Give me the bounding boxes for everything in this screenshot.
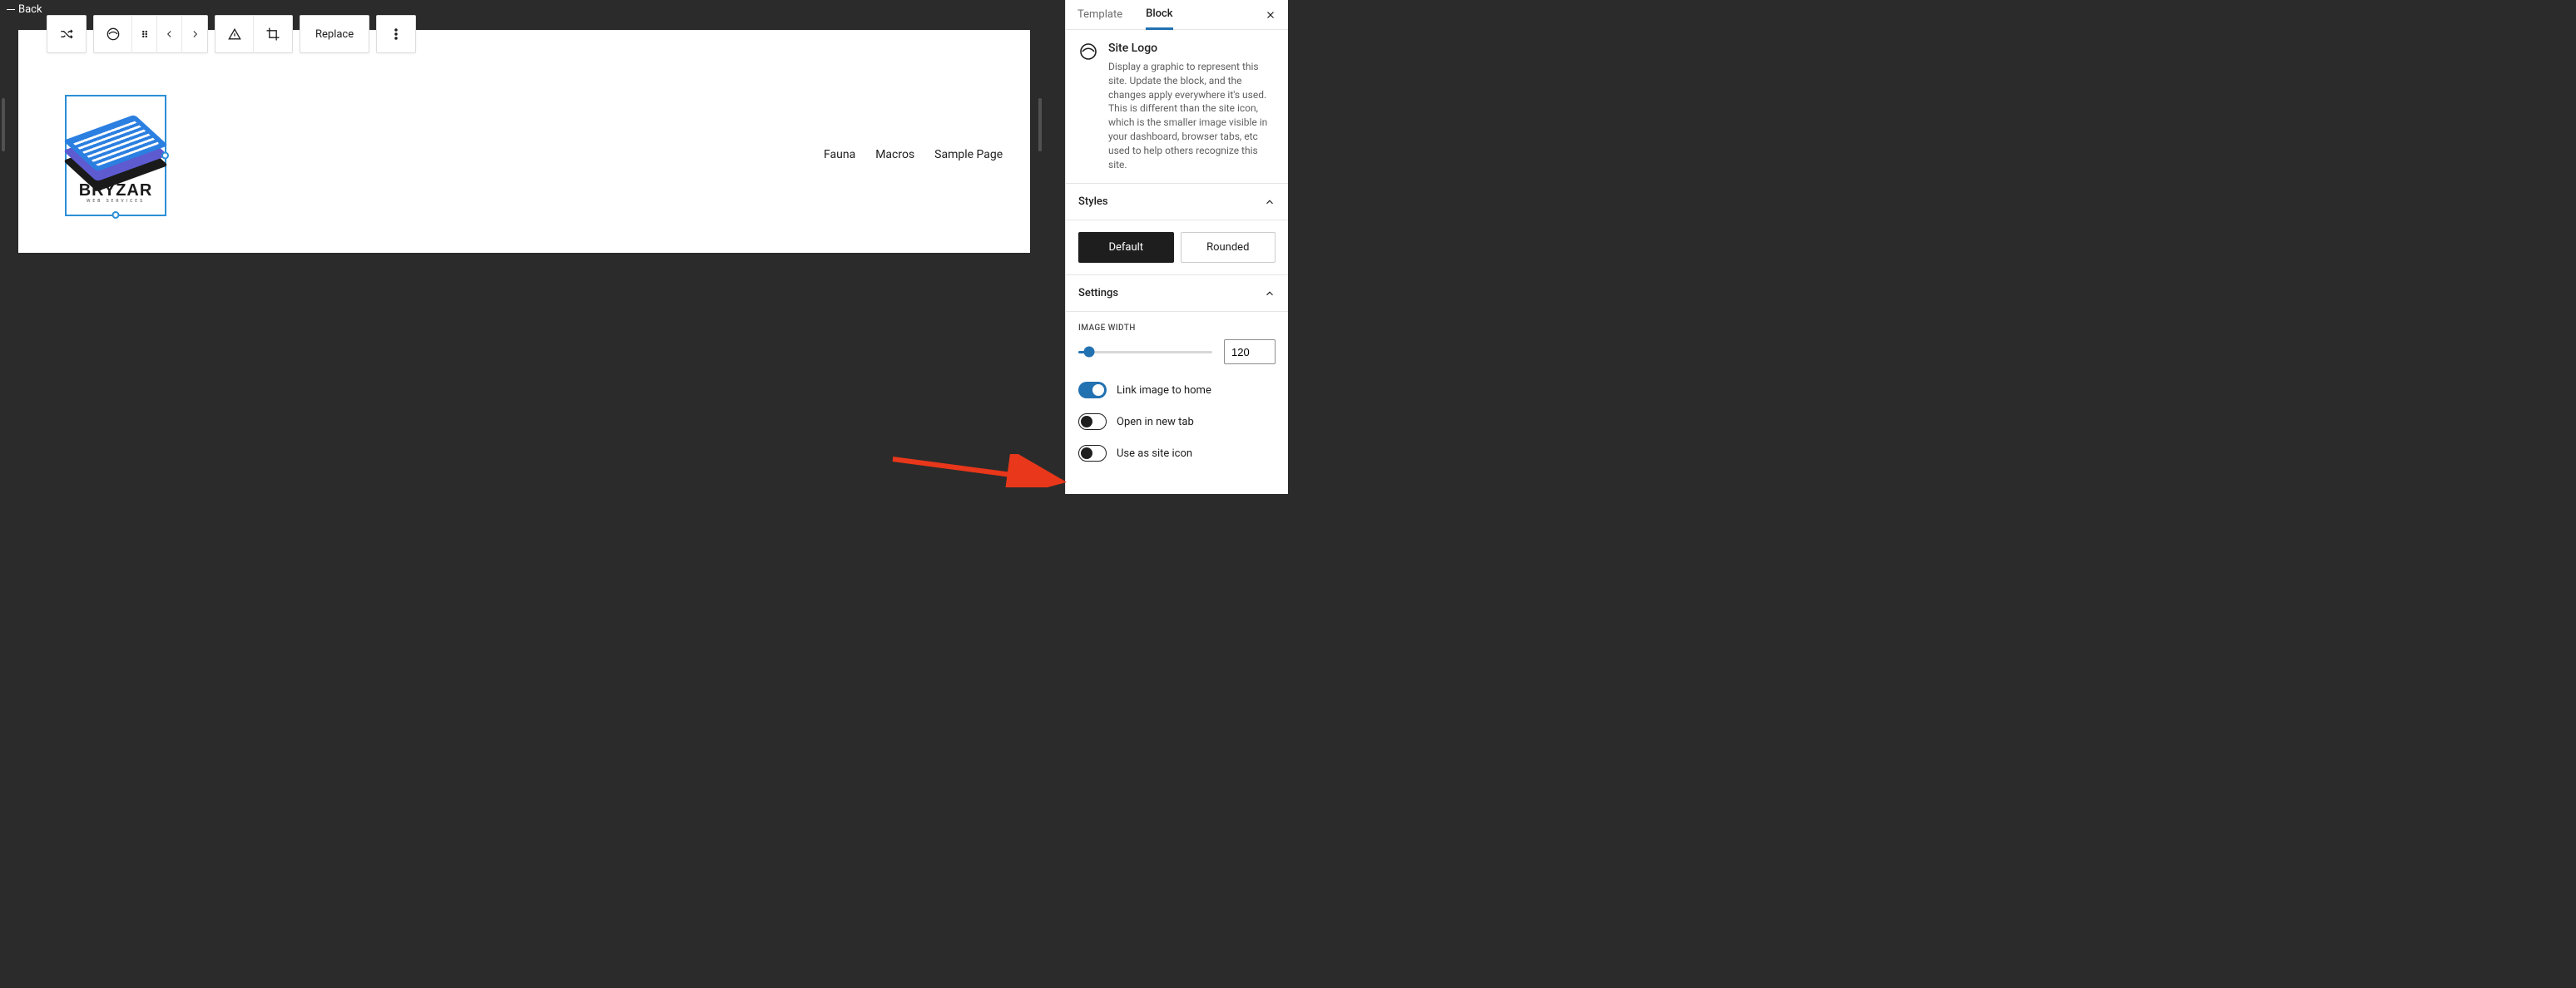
site-icon-row: Use as site icon [1078, 437, 1276, 469]
slider-thumb[interactable] [1083, 347, 1094, 358]
toolbar-group-image [215, 15, 293, 53]
logo-graphic [74, 108, 157, 183]
new-tab-label: Open in new tab [1117, 416, 1194, 428]
tab-template[interactable]: Template [1077, 0, 1122, 29]
annotation-arrow [889, 454, 1072, 487]
resize-handle-bottom[interactable] [112, 211, 120, 219]
move-prev-button[interactable] [157, 15, 182, 53]
chevron-up-icon [1264, 288, 1276, 299]
site-logo-icon [105, 26, 121, 42]
settings-sidebar: Template Block Site Logo Display a graph… [1065, 0, 1288, 494]
editor-canvas[interactable]: BRYZAR WEB SERVICES Fauna Macros Sample … [18, 30, 1030, 253]
site-logo-block[interactable]: BRYZAR WEB SERVICES [65, 95, 166, 216]
crop-icon [265, 26, 281, 42]
block-type-button[interactable] [47, 15, 86, 53]
toolbar-group-more [376, 15, 416, 53]
drag-icon [139, 28, 151, 40]
sidebar-tabs: Template Block [1066, 0, 1288, 30]
block-info: Site Logo Display a graphic to represent… [1078, 42, 1276, 171]
back-label: Back [18, 3, 42, 16]
nav-item[interactable]: Sample Page [934, 148, 1003, 161]
link-home-toggle[interactable] [1078, 382, 1107, 398]
image-width-control [1078, 339, 1276, 364]
site-icon-toggle[interactable] [1078, 445, 1107, 462]
style-options: Default Rounded [1078, 232, 1276, 263]
block-toolbar: Replace [47, 15, 416, 53]
more-options-button[interactable] [377, 15, 415, 53]
styles-heading: Styles [1078, 195, 1108, 208]
settings-heading: Settings [1078, 287, 1118, 299]
move-next-button[interactable] [182, 15, 207, 53]
nav-item[interactable]: Fauna [824, 148, 855, 161]
close-sidebar-button[interactable] [1265, 9, 1276, 21]
image-width-input[interactable] [1224, 339, 1276, 364]
crop-button[interactable] [254, 15, 292, 53]
style-default-label: Default [1108, 241, 1143, 254]
style-rounded[interactable]: Rounded [1181, 232, 1276, 263]
style-default[interactable]: Default [1078, 232, 1174, 263]
toolbar-group-block [47, 15, 87, 53]
link-home-label: Link image to home [1117, 384, 1211, 397]
scroll-indicator [2, 98, 5, 151]
image-width-slider[interactable] [1078, 351, 1212, 353]
toolbar-group-nav [93, 15, 208, 53]
shuffle-icon [58, 26, 75, 42]
header-nav: Fauna Macros Sample Page [824, 148, 1003, 161]
block-title: Site Logo [1108, 42, 1276, 55]
back-dash-icon [7, 9, 15, 10]
drag-handle[interactable] [132, 15, 157, 53]
chevron-left-icon [164, 28, 176, 40]
new-tab-toggle[interactable] [1078, 413, 1107, 430]
resize-handle-right[interactable] [161, 152, 169, 160]
image-width-label: IMAGE WIDTH [1078, 324, 1276, 333]
scroll-indicator [1038, 98, 1042, 151]
new-tab-row: Open in new tab [1078, 406, 1276, 437]
chevron-right-icon [189, 28, 201, 40]
styles-accordion[interactable]: Styles [1066, 184, 1288, 220]
replace-button[interactable]: Replace [300, 15, 369, 53]
style-rounded-label: Rounded [1206, 241, 1249, 254]
tab-block-label: Block [1146, 7, 1172, 20]
tab-block[interactable]: Block [1146, 1, 1172, 30]
back-link[interactable]: Back [7, 3, 42, 16]
tab-template-label: Template [1077, 8, 1122, 21]
site-logo-button[interactable] [94, 15, 132, 53]
site-logo-icon [1078, 42, 1098, 62]
more-vertical-icon [388, 26, 404, 42]
block-description: Display a graphic to represent this site… [1108, 60, 1276, 171]
link-home-row: Link image to home [1078, 374, 1276, 406]
logo-tagline: WEB SERVICES [87, 199, 145, 204]
triangle-warn-icon [226, 26, 243, 42]
site-icon-label: Use as site icon [1117, 447, 1192, 460]
chevron-up-icon [1264, 196, 1276, 208]
settings-accordion[interactable]: Settings [1066, 275, 1288, 312]
nav-item[interactable]: Macros [875, 148, 914, 161]
replace-label: Replace [315, 28, 354, 41]
toolbar-group-replace: Replace [300, 15, 369, 53]
alt-text-button[interactable] [215, 15, 254, 53]
